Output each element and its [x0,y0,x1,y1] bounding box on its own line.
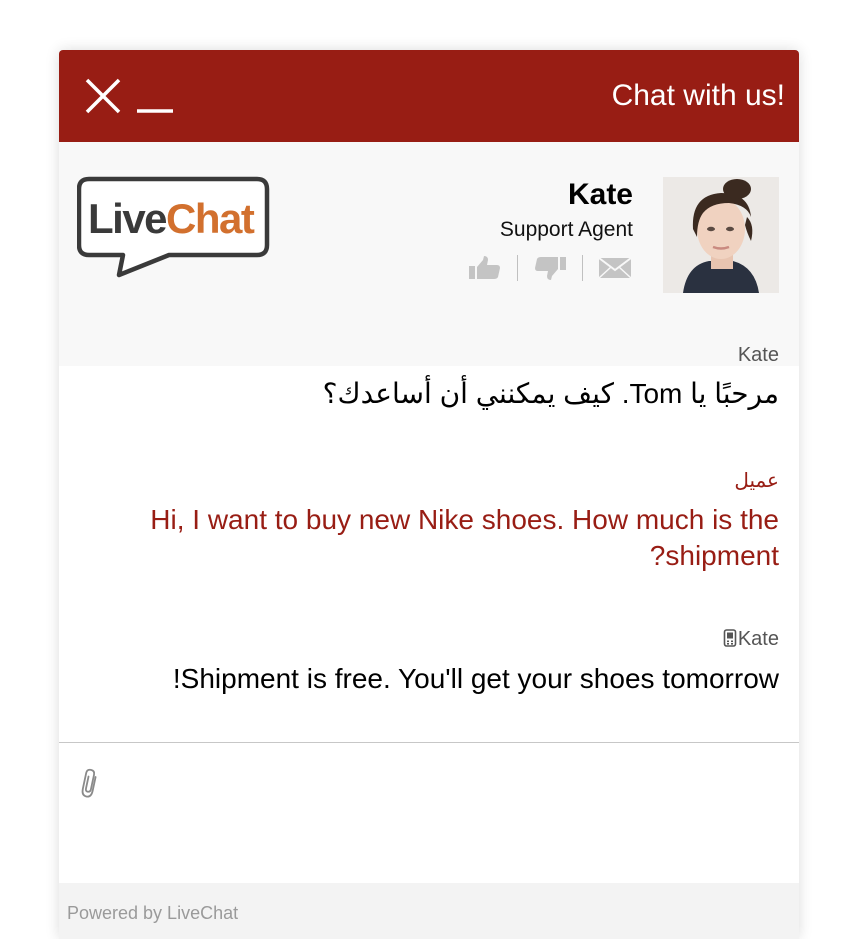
chat-title: Chat with us! [611,79,785,112]
minimize-icon [137,109,173,113]
message-author-name: Kate [737,628,779,650]
thumbs-up-icon [469,256,500,279]
message-author: Kate [723,626,779,652]
livechat-logo: LiveChat [76,175,273,281]
chat-header: Chat with us! [59,50,799,142]
thumbs-down-icon [535,257,566,280]
envelope-icon [598,257,632,279]
message-author: عميل [734,470,779,492]
message-text: Shipment is free. You'll get your shoes … [172,663,779,694]
agent-avatar [663,177,779,293]
agent-details: LiveChat Kate Support Agent [59,142,799,366]
agent-name: Kate [567,178,633,211]
separator [582,255,583,281]
message-author: Kate [737,344,779,366]
widget-footer: Powered by LiveChat [59,883,799,939]
close-button[interactable] [85,78,121,114]
message-composer [59,743,799,883]
paperclip-icon [81,768,97,798]
attach-file-button[interactable] [79,767,101,801]
svg-text:LiveChat: LiveChat [88,195,255,242]
chat-widget: Chat with us! LiveChat Kate Support Agen… [59,50,799,939]
mobile-phone-icon [723,629,737,647]
rate-good-button[interactable] [467,254,503,282]
email-transcript-button[interactable] [597,254,633,282]
separator [517,255,518,281]
minimize-button[interactable] [135,78,175,114]
agent-actions [467,254,633,282]
rate-bad-button[interactable] [532,254,568,282]
powered-by-link[interactable]: Powered by LiveChat [67,901,238,925]
agent-role: Support Agent [499,218,633,241]
message-input[interactable] [117,757,781,871]
close-icon [85,78,121,114]
message-text: مرحبًا يا Tom. كيف يمكنني أن أساعدك؟ [322,378,779,409]
message-text: Hi, I want to buy new Nike shoes. How mu… [150,504,779,571]
message-list: Kate مرحبًا يا Tom. كيف يمكنني أن أساعدك… [59,340,799,740]
